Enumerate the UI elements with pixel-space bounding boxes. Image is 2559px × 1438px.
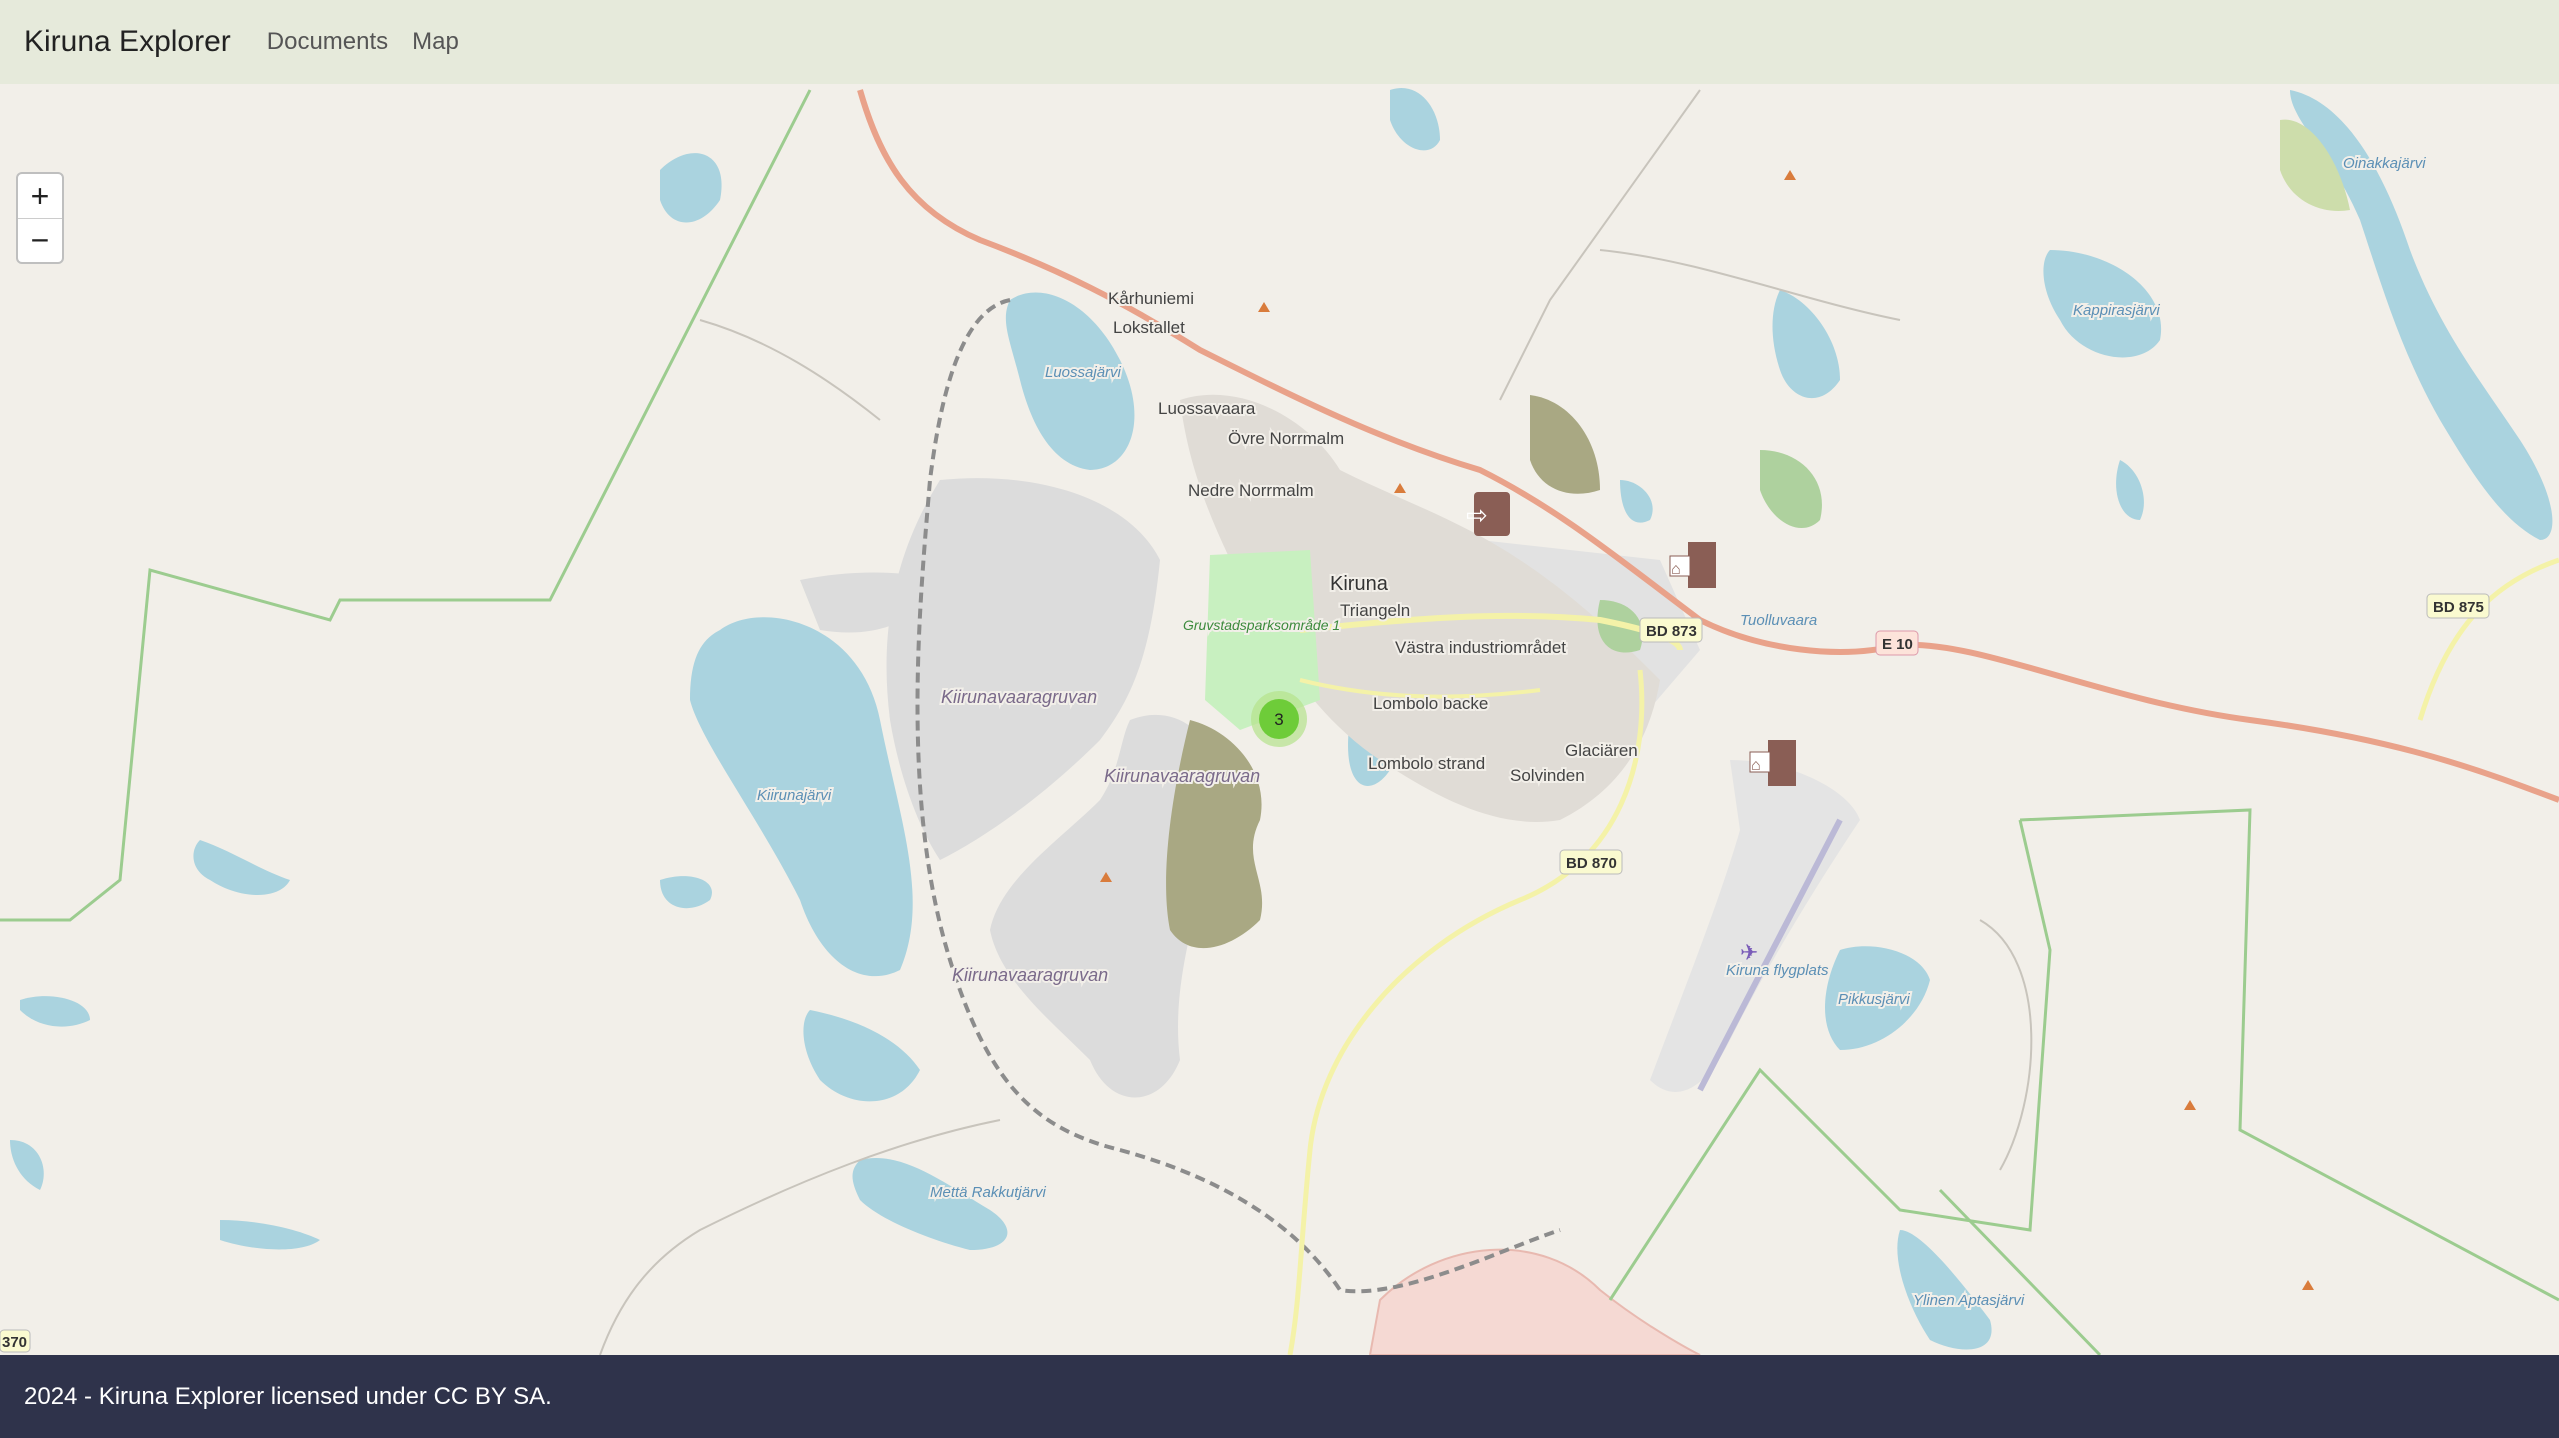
label-ylinen-aptasjarvi: Ylinen Aptasjärvi	[1913, 1292, 2025, 1309]
brand-title[interactable]: Kiruna Explorer	[24, 25, 231, 59]
label-mine-2: Kiirunavaaragruvan	[1104, 766, 1260, 786]
label-luossavaara: Luossavaara	[1158, 399, 1256, 418]
label-ovre-norrmalm: Övre Norrmalm	[1228, 429, 1344, 448]
exit-icon: ⇨	[1466, 500, 1488, 530]
zoom-control: + −	[16, 172, 64, 264]
map-canvas[interactable]: ✈ Kårhuniemi Lokstallet Luossavaara Övre…	[0, 84, 2559, 1355]
label-solvinden: Solvinden	[1510, 766, 1585, 785]
shield-370: 370	[2, 1334, 27, 1351]
marker-cluster[interactable]: 3	[1251, 691, 1307, 747]
document-marker-2[interactable]: ⌂	[1669, 542, 1716, 588]
document-marker-1[interactable]: ⇨	[1466, 492, 1510, 536]
label-kiirunajarvi: Kiirunajärvi	[757, 787, 832, 804]
shield-e10: E 10	[1882, 636, 1913, 653]
label-tuolluvaara: Tuolluvaara	[1740, 612, 1817, 629]
restricted-area	[1368, 1248, 1701, 1355]
label-lombolo-backe: Lombolo backe	[1373, 694, 1488, 713]
house-icon: ⌂	[1751, 757, 1761, 774]
label-kiruna: Kiruna	[1330, 573, 1389, 595]
shield-bd875: BD 875	[2433, 599, 2484, 616]
label-mine-1: Kiirunavaaragruvan	[941, 687, 1097, 707]
label-nedre-norrmalm: Nedre Norrmalm	[1188, 481, 1314, 500]
label-mine-3: Kiirunavaaragruvan	[952, 965, 1108, 985]
footer: 2024 - Kiruna Explorer licensed under CC…	[0, 1355, 2559, 1438]
label-glaciaren: Glaciären	[1565, 741, 1638, 760]
shield-bd870: BD 870	[1566, 855, 1617, 872]
zoom-out-button[interactable]: −	[18, 218, 62, 262]
label-triangeln: Triangeln	[1340, 601, 1410, 620]
label-kappirasjarvi: Kappirasjärvi	[2073, 302, 2160, 319]
cluster-count: 3	[1274, 710, 1283, 729]
footer-text: 2024 - Kiruna Explorer licensed under CC…	[24, 1382, 552, 1410]
label-luossajarvi: Luossajärvi	[1045, 364, 1122, 381]
label-karhuniemi: Kårhuniemi	[1108, 289, 1194, 308]
house-icon: ⌂	[1671, 561, 1681, 578]
label-oinakkajarvi: Oinakkajärvi	[2343, 155, 2426, 172]
map-view[interactable]: ✈ Kårhuniemi Lokstallet Luossavaara Övre…	[0, 84, 2559, 1355]
label-park: Gruvstadsparksområde 1	[1183, 617, 1340, 633]
navbar: Kiruna Explorer Documents Map	[0, 0, 2559, 84]
zoom-in-button[interactable]: +	[18, 174, 62, 218]
nav-link-documents[interactable]: Documents	[267, 28, 388, 56]
label-pikkusjarvi: Pikkusjärvi	[1838, 991, 1910, 1008]
shield-bd873: BD 873	[1646, 623, 1697, 640]
label-metta-rakkutjarvi: Mettä Rakkutjärvi	[930, 1184, 1047, 1201]
label-vastra-industriomradet: Västra industriområdet	[1395, 638, 1566, 657]
label-lokstallet: Lokstallet	[1113, 318, 1185, 337]
label-airport: Kiruna flygplats	[1726, 962, 1829, 979]
label-lombolo-strand: Lombolo strand	[1368, 754, 1485, 773]
nav-link-map[interactable]: Map	[412, 28, 459, 56]
